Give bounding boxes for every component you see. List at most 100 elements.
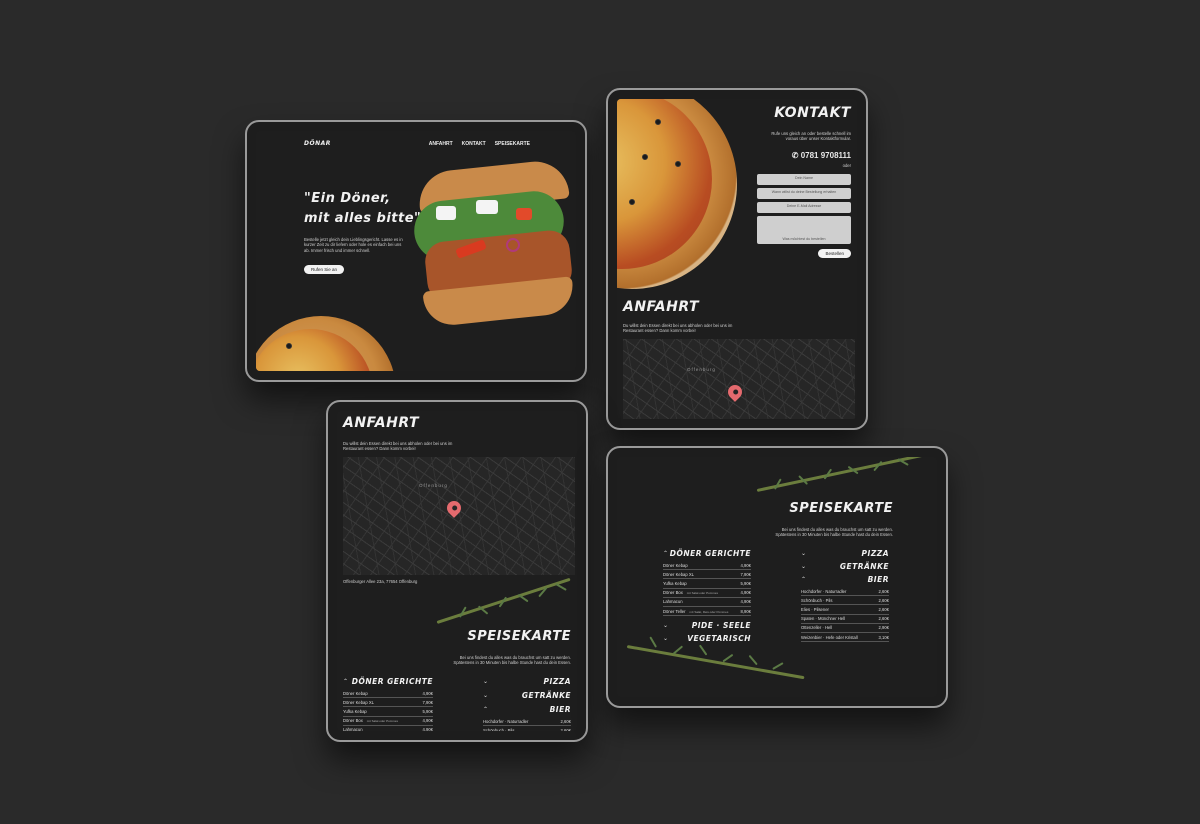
menu-item-price: 7,90€ bbox=[740, 571, 751, 577]
nav-anfahrt[interactable]: ANFAHRT bbox=[429, 141, 453, 147]
menu-row: Lahmacun 4,90€ bbox=[663, 598, 751, 607]
nav-kontakt[interactable]: KONTAKT bbox=[462, 141, 486, 147]
menu-item-name: Schönbuch · Pils bbox=[483, 728, 514, 731]
menu-item-price: 2,60€ bbox=[560, 727, 571, 731]
email-field[interactable]: Deine E-Mail Adresse bbox=[757, 202, 851, 213]
doner-image bbox=[406, 158, 576, 336]
menu-row: Yufka Kebap 5,90€ bbox=[343, 707, 433, 717]
menu-row: Spaten · Münchner Hell 2,60€ bbox=[801, 615, 889, 624]
menu-item-price: 2,60€ bbox=[878, 597, 889, 603]
menu-item-label: Lahmacun bbox=[663, 599, 683, 605]
menu-item-name: Döner Kebap bbox=[663, 563, 688, 568]
menu-item-label: Döner Box bbox=[343, 718, 363, 724]
doener-section: ⌃ Döner Gerichte Döner Kebap 4,90€ Döner K… bbox=[663, 549, 751, 643]
menu-item-note: mit Salat oder Pommes bbox=[686, 591, 718, 596]
menu-item-price: 8,90€ bbox=[740, 608, 751, 614]
expand-chevron-icon[interactable]: ⌄ bbox=[483, 692, 488, 699]
menu-item-name: Yufka Kebap bbox=[663, 581, 687, 586]
menu-item-name: Elies · Pilsener bbox=[801, 607, 829, 612]
pide-head[interactable]: Pide · Seele bbox=[692, 621, 751, 630]
expand-chevron-icon[interactable]: ⌄ bbox=[801, 550, 806, 557]
rosemary-image bbox=[756, 457, 927, 497]
menu-item-label: Döner Box bbox=[663, 590, 683, 596]
logo[interactable]: DÖNAR bbox=[304, 140, 331, 147]
doener-head: Döner Gerichte bbox=[351, 677, 433, 686]
olive bbox=[629, 199, 635, 205]
getraenke-head[interactable]: Getränke bbox=[522, 691, 571, 700]
map-label: Offenburg bbox=[687, 367, 716, 372]
menu-row: Hochdorfer · Naturradler 2,60€ bbox=[801, 587, 889, 597]
speise-title: Speisekarte bbox=[789, 501, 893, 516]
menu-item-label: Weizenbier · Hefe oder Kristall bbox=[801, 634, 858, 640]
map[interactable] bbox=[343, 457, 575, 575]
collapse-chevron-icon[interactable]: ⌃ bbox=[801, 576, 806, 583]
phone-number[interactable]: ✆ 0781 9708111 bbox=[792, 151, 851, 160]
collapse-chevron-icon[interactable]: ⌃ bbox=[663, 550, 668, 557]
nav-speisekarte[interactable]: SPEISEKARTE bbox=[495, 141, 530, 147]
collapse-chevron-icon[interactable]: ⌃ bbox=[483, 706, 488, 713]
pizza-head[interactable]: Pizza bbox=[862, 549, 889, 558]
name-field[interactable]: Dein Name bbox=[757, 174, 851, 185]
menu-item-note: mit Salat oder Pommes bbox=[366, 719, 398, 724]
speise-title: Speisekarte bbox=[467, 629, 571, 644]
menu-item-label: Döner Kebap XL bbox=[663, 571, 694, 577]
menu-row: Lahmacun 4,90€ bbox=[343, 726, 433, 731]
time-field[interactable]: Wann willst du deine Bestellung erhalten bbox=[757, 188, 851, 199]
menu-row: Döner Teller mit Salat, Reis oder Pommes 8… bbox=[663, 607, 751, 617]
tablet-speisekarte: Speisekarte Bei uns findest du alles was… bbox=[606, 446, 948, 708]
menu-item-price: 5,90€ bbox=[422, 708, 433, 714]
expand-chevron-icon[interactable]: ⌄ bbox=[663, 635, 668, 642]
menu-item-name: Weizenbier · Hefe oder Kristall bbox=[801, 635, 858, 640]
menu-row: Döner Box mit Salat oder Pommes 4,90€ bbox=[343, 717, 433, 726]
menu-row: Schönbuch · Pils 2,60€ bbox=[483, 726, 571, 731]
menu-row: Weizenbier · Hefe oder Kristall 3,10€ bbox=[801, 633, 889, 643]
menu-item-price: 4,90€ bbox=[422, 718, 433, 724]
tablet-anfahrt: Anfahrt Du willst dein Essen direkt bei … bbox=[326, 400, 588, 742]
olive bbox=[675, 161, 681, 167]
menu-item-label: Hochdorfer · Naturradler bbox=[801, 588, 847, 594]
collapse-chevron-icon[interactable]: ⌃ bbox=[343, 678, 348, 685]
pizza-head[interactable]: Pizza bbox=[544, 677, 571, 686]
hero-screen: DÖNAR ANFAHRT KONTAKT SPEISEKARTE "Ein D… bbox=[256, 131, 576, 371]
menu-item-label: Spaten · Münchner Hell bbox=[801, 616, 845, 622]
vegetarisch-head[interactable]: Vegetarisch bbox=[687, 634, 751, 643]
menu-item-name: Hochdorfer · Naturradler bbox=[801, 589, 846, 594]
anfahrt-text: Du willst dein Essen direkt bei uns abho… bbox=[343, 441, 453, 452]
menu-item-price: 4,90€ bbox=[740, 590, 751, 596]
getraenke-head[interactable]: Getränke bbox=[840, 562, 889, 571]
menu-item-name: Döner Box mit Salat oder Pommes bbox=[343, 718, 398, 723]
menu-item-name: Ottenzeller · Hell bbox=[801, 625, 832, 630]
menu-item-price: 2,60€ bbox=[560, 718, 571, 724]
menu-row: Schönbuch · Pils 2,60€ bbox=[801, 596, 889, 606]
menu-item-name: Schönbuch · Pils bbox=[801, 598, 832, 603]
submit-button[interactable]: Bestellen bbox=[818, 249, 851, 258]
tablet-kontakt: Kontakt Rufe uns gleich an oder bestelle… bbox=[606, 88, 868, 430]
bier-head[interactable]: Bier bbox=[868, 575, 889, 584]
map-label: Offenburg bbox=[419, 483, 448, 488]
expand-chevron-icon[interactable]: ⌄ bbox=[483, 678, 488, 685]
hero-headline-2: mit alles bitte" bbox=[304, 211, 422, 226]
hero-headline-1: "Ein Döner, bbox=[304, 191, 391, 206]
call-button[interactable]: Rufen Sie an bbox=[304, 265, 345, 274]
menu-item-label: Lahmacun bbox=[343, 727, 363, 731]
expand-chevron-icon[interactable]: ⌄ bbox=[663, 622, 668, 629]
rosemary-image bbox=[436, 577, 577, 631]
order-message-field[interactable]: Was möchtest du bestellen bbox=[757, 216, 851, 244]
bier-head[interactable]: Bier bbox=[550, 705, 571, 714]
menu-row: Döner Kebap 4,90€ bbox=[663, 561, 751, 571]
menu-item-price: 4,90€ bbox=[422, 690, 433, 696]
map[interactable] bbox=[623, 339, 855, 419]
anfahrt-screen: Anfahrt Du willst dein Essen direkt bei … bbox=[337, 411, 577, 731]
menu-item-name: Lahmacun bbox=[663, 599, 683, 604]
menu-item-price: 4,90€ bbox=[740, 599, 751, 605]
expand-chevron-icon[interactable]: ⌄ bbox=[801, 563, 806, 570]
menu-item-name: Döner Kebap XL bbox=[343, 700, 374, 705]
menu-item-price: 2,90€ bbox=[878, 625, 889, 631]
nav: ANFAHRT KONTAKT SPEISEKARTE bbox=[420, 141, 530, 147]
kontakt-text: Rufe uns gleich an oder bestelle schnell… bbox=[771, 131, 851, 142]
kontakt-screen: Kontakt Rufe uns gleich an oder bestelle… bbox=[617, 99, 857, 419]
menu-item-label: Yufka Kebap bbox=[343, 708, 367, 714]
doener-head: Döner Gerichte bbox=[669, 549, 751, 558]
speisekarte-screen: Speisekarte Bei uns findest du alles was… bbox=[617, 457, 937, 697]
menu-item-name: Lahmacun bbox=[343, 727, 363, 731]
